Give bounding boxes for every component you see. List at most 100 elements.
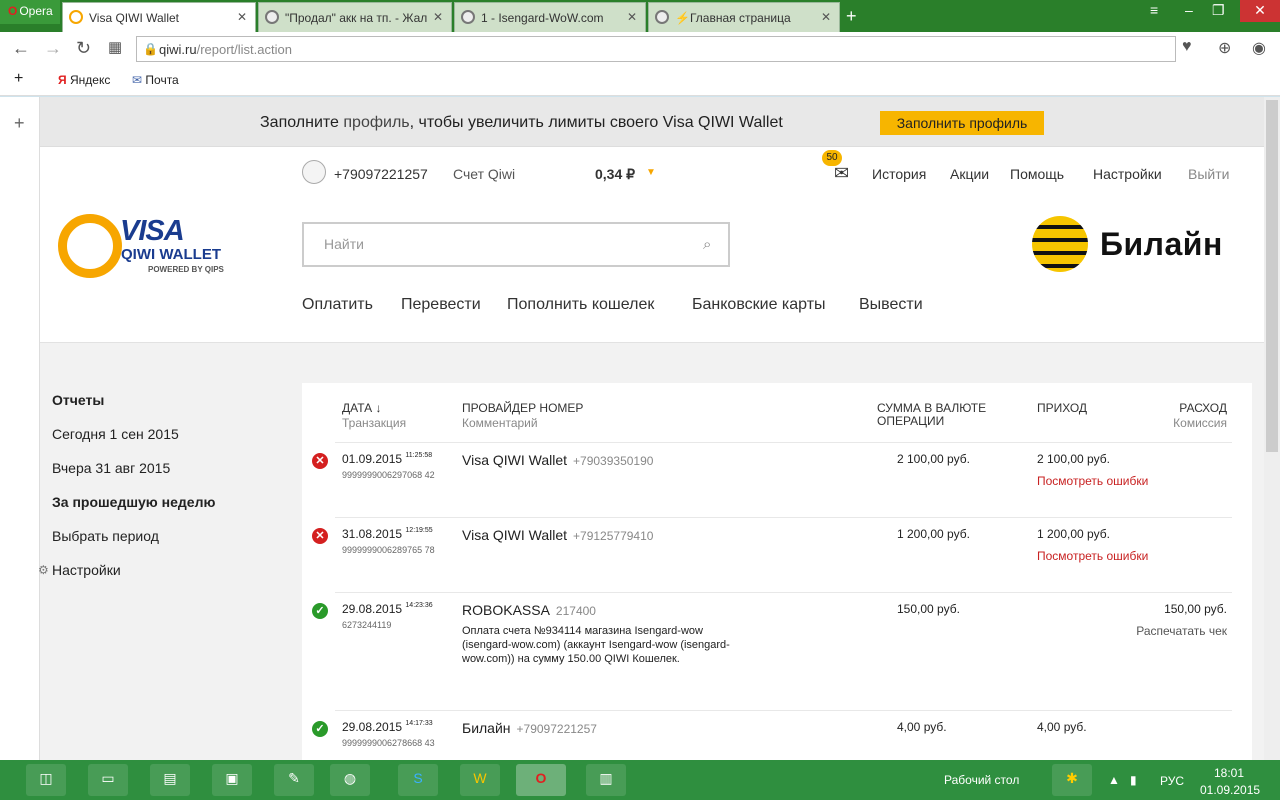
close-tab-icon[interactable]: ✕ bbox=[627, 10, 637, 24]
row-date: 31.08.2015 12:19:55 bbox=[342, 527, 433, 541]
nav-promotions[interactable]: Акции bbox=[950, 166, 989, 182]
address-domain: qiwi.ru bbox=[159, 42, 197, 57]
tab-isengard[interactable]: 1 - Isengard-WoW.com ✕ bbox=[454, 2, 646, 32]
filter-yesterday[interactable]: Вчера 31 авг 2015 bbox=[52, 460, 170, 476]
row-divider bbox=[335, 442, 1232, 443]
opera-menu-button[interactable]: O Opera bbox=[0, 0, 60, 24]
filter-last-week[interactable]: За прошедшую неделю bbox=[52, 494, 215, 510]
close-tab-icon[interactable]: ✕ bbox=[237, 10, 247, 24]
tab-main-page[interactable]: ⚡Главная страница ✕ bbox=[648, 2, 840, 32]
menu-bank-cards[interactable]: Банковские карты bbox=[692, 296, 826, 314]
row-provider[interactable]: ROBOKASSA 217400 bbox=[462, 602, 596, 618]
opera-menu-label: Opera bbox=[19, 4, 53, 18]
close-tab-icon[interactable]: ✕ bbox=[821, 10, 831, 24]
steam-icon[interactable]: ◍ bbox=[330, 764, 370, 796]
balance-dropdown-icon[interactable]: ▼ bbox=[646, 167, 656, 178]
clock-time[interactable]: 18:01 bbox=[1214, 766, 1244, 780]
site-favicon-icon bbox=[655, 10, 669, 24]
wow-icon[interactable]: W bbox=[460, 764, 500, 796]
row-provider[interactable]: Visa QIWI Wallet +79125779410 bbox=[462, 527, 653, 543]
col-expense: Расход Комиссия bbox=[1150, 402, 1227, 430]
skype-icon[interactable]: S bbox=[398, 764, 438, 796]
row-date-value: 29.08.2015 bbox=[342, 602, 403, 616]
tab-visa-qiwi-wallet[interactable]: Visa QIWI Wallet ✕ bbox=[62, 2, 256, 32]
beeline-logo-icon[interactable] bbox=[1032, 216, 1088, 272]
lenovo-icon[interactable]: ▭ bbox=[88, 764, 128, 796]
show-hidden-icons[interactable]: ▲ bbox=[1108, 773, 1120, 787]
clock-date[interactable]: 01.09.2015 bbox=[1200, 783, 1260, 797]
logo-wallet-text: QIWI WALLET bbox=[121, 246, 221, 263]
row-number: +79097221257 bbox=[516, 722, 597, 736]
search-input[interactable]: Найти bbox=[302, 222, 730, 267]
user-avatar-icon[interactable] bbox=[302, 160, 326, 184]
col-date-label: Дата ↓ bbox=[342, 401, 382, 415]
bookmark-yandex[interactable]: Я Яндекс bbox=[58, 73, 110, 87]
filter-select-period[interactable]: Выбрать период bbox=[52, 528, 159, 544]
menu-pay[interactable]: Оплатить bbox=[302, 296, 373, 314]
add-bookmark-icon[interactable]: + bbox=[14, 70, 23, 88]
address-bar[interactable]: 🔒 qiwi.ru/report/list.action bbox=[136, 36, 1176, 62]
nav-settings[interactable]: Настройки bbox=[1093, 166, 1162, 182]
opera-taskbar-icon[interactable]: O bbox=[516, 764, 566, 796]
back-icon[interactable]: ← bbox=[12, 38, 30, 59]
messages-icon[interactable]: ✉ bbox=[834, 163, 849, 184]
media-icon[interactable]: ▣ bbox=[212, 764, 252, 796]
row-time: 14:23:36 bbox=[405, 602, 433, 609]
tab-forum[interactable]: "Продал" акк на тп. - Жал ✕ bbox=[258, 2, 452, 32]
dolby-icon[interactable]: ◫ bbox=[26, 764, 66, 796]
sidebar-add-icon[interactable]: + bbox=[14, 113, 25, 134]
notification-app-icon[interactable]: ✱ bbox=[1052, 764, 1092, 796]
menu-transfer[interactable]: Перевести bbox=[401, 296, 481, 314]
menu-withdraw[interactable]: Вывести bbox=[859, 296, 923, 314]
reload-icon[interactable]: ↻ bbox=[76, 38, 91, 59]
close-tab-icon[interactable]: ✕ bbox=[433, 10, 443, 24]
row-provider[interactable]: Visa QIWI Wallet +79039350190 bbox=[462, 452, 653, 468]
nav-logout[interactable]: Выйти bbox=[1188, 166, 1229, 182]
language-indicator[interactable]: РУС bbox=[1160, 774, 1184, 788]
scrollbar-thumb[interactable] bbox=[1266, 100, 1278, 452]
beeline-logo-text[interactable]: Билайн bbox=[1100, 226, 1223, 263]
account-icon[interactable]: ◉ bbox=[1252, 38, 1266, 58]
col-provider-label: Провайдер номер bbox=[462, 401, 584, 415]
print-receipt-link[interactable]: Распечатать чек bbox=[1107, 624, 1227, 638]
balance-value[interactable]: 0,34 ₽ bbox=[595, 166, 635, 183]
download-icon[interactable]: ⊕ bbox=[1218, 38, 1231, 58]
row-time: 11:25:58 bbox=[405, 452, 433, 459]
maximize-icon[interactable]: ❐ bbox=[1212, 2, 1225, 19]
nav-help[interactable]: Помощь bbox=[1010, 166, 1064, 182]
filter-today[interactable]: Сегодня 1 сен 2015 bbox=[52, 426, 179, 442]
desktop-toolbar-label[interactable]: Рабочий стол bbox=[944, 773, 1019, 787]
qiwi-logo-icon[interactable] bbox=[58, 214, 122, 278]
paint-icon[interactable]: ✎ bbox=[274, 764, 314, 796]
user-phone[interactable]: +79097221257 bbox=[334, 166, 428, 182]
speed-dial-icon[interactable]: ▦ bbox=[108, 38, 122, 56]
row-number: 217400 bbox=[555, 604, 596, 618]
view-errors-link[interactable]: Посмотреть ошибки bbox=[1037, 474, 1148, 488]
row-provider[interactable]: Билайн +79097221257 bbox=[462, 720, 597, 736]
new-tab-icon[interactable]: + bbox=[846, 6, 857, 27]
opera-logo-icon: O bbox=[8, 4, 18, 18]
success-status-icon: ✓ bbox=[312, 603, 328, 619]
minimize-icon[interactable]: – bbox=[1185, 2, 1193, 18]
report-settings[interactable]: Настройки bbox=[52, 562, 121, 578]
search-icon[interactable]: ⌕ bbox=[703, 236, 711, 253]
task-manager-icon[interactable]: ▥ bbox=[586, 764, 626, 796]
row-provider-name: Visa QIWI Wallet bbox=[462, 527, 568, 543]
tab-menu-icon[interactable]: ≡ bbox=[1150, 2, 1158, 18]
col-date[interactable]: Дата ↓ Транзакция bbox=[342, 402, 406, 430]
banner-profile-link[interactable]: профиль bbox=[343, 114, 409, 131]
address-path: /report/list.action bbox=[196, 42, 292, 57]
fill-profile-button[interactable]: Заполнить профиль bbox=[880, 111, 1044, 135]
forward-icon[interactable]: → bbox=[44, 38, 62, 59]
file-explorer-icon[interactable]: ▤ bbox=[150, 764, 190, 796]
close-window-icon[interactable]: ✕ bbox=[1240, 0, 1280, 22]
row-expense: 150,00 руб. bbox=[1164, 602, 1227, 616]
nav-history[interactable]: История bbox=[872, 166, 926, 182]
heart-icon[interactable]: ♥ bbox=[1182, 38, 1192, 56]
network-icon[interactable]: ▮ bbox=[1130, 773, 1137, 787]
view-errors-link[interactable]: Посмотреть ошибки bbox=[1037, 549, 1148, 563]
bookmark-mail[interactable]: ✉ Почта bbox=[132, 73, 179, 87]
row-provider-name: ROBOKASSA bbox=[462, 602, 550, 618]
menu-top-up[interactable]: Пополнить кошелек bbox=[507, 296, 654, 314]
row-transaction-id: 6273244119 bbox=[342, 620, 392, 630]
